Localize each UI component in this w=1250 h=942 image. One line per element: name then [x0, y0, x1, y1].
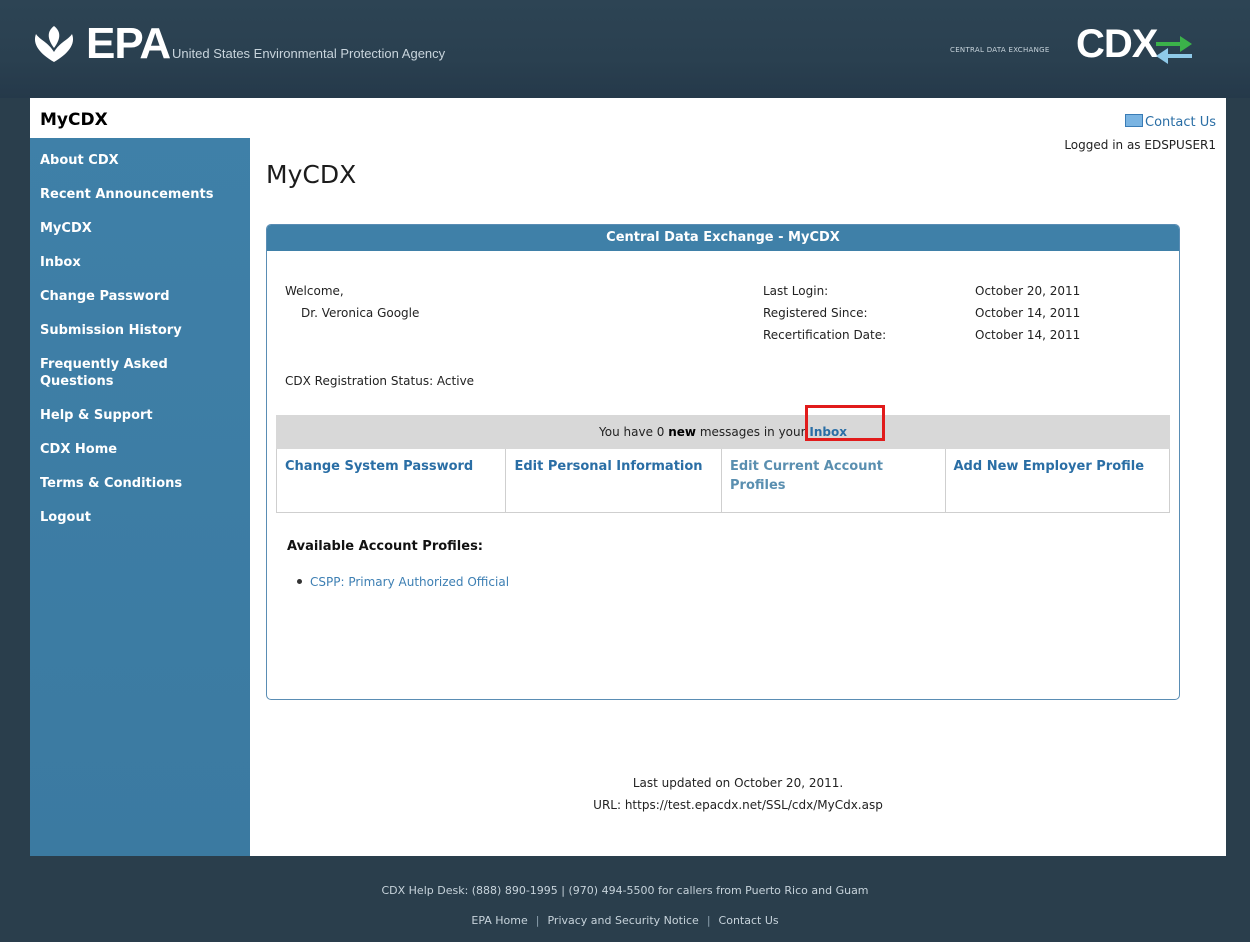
info-value: October 20, 2011 — [975, 284, 1081, 298]
message-bar: You have 0 new messages in your Inbox — [276, 415, 1170, 449]
change-system-password-link[interactable]: Change System Password — [277, 449, 507, 512]
sidebar-item-logout[interactable]: Logout — [30, 509, 250, 526]
edit-personal-information-link[interactable]: Edit Personal Information — [506, 449, 722, 512]
main-content: Contact Us Logged in as EDSPUSER1 MyCDX … — [250, 98, 1226, 856]
last-updated: Last updated on October 20, 2011. — [632, 776, 844, 790]
helpdesk-info: CDX Help Desk: (888) 890-1995 | (970) 49… — [381, 884, 869, 897]
agency-name: United States Environmental Protection A… — [172, 46, 446, 61]
available-profiles-title: Available Account Profiles: — [287, 539, 484, 554]
sidebar-item-terms[interactable]: Terms & Conditions — [30, 475, 250, 492]
add-new-employer-profile-link[interactable]: Add New Employer Profile — [946, 449, 1170, 512]
sidebar-item-change-password[interactable]: Change Password — [30, 288, 250, 305]
edit-current-account-profiles-link[interactable]: Edit Current Account Profiles — [722, 449, 946, 512]
info-row-recertification: Recertification Date: October 14, 2011 — [763, 328, 1080, 350]
info-key: Recertification Date: — [763, 328, 887, 342]
profile-link[interactable]: CSPP: Primary Authorized Official — [297, 575, 509, 589]
footer-epa-home-link[interactable]: EPA Home — [471, 914, 527, 927]
message-suffix: messages in your — [696, 425, 810, 439]
cdx-logo[interactable]: CENTRAL DATA EXCHANGE CDX — [950, 22, 1220, 72]
info-row-registered-since: Registered Since: October 14, 2011 — [763, 306, 1080, 328]
sidebar-item-cdx-home[interactable]: CDX Home — [30, 441, 250, 458]
contact-us-link[interactable]: Contact Us — [1125, 114, 1216, 130]
cdx-arrows-icon — [1156, 36, 1192, 64]
page-title: MyCDX — [266, 160, 357, 189]
logged-in-status: Logged in as EDSPUSER1 — [1064, 138, 1216, 152]
page-url: URL: https://test.epacdx.net/SSL/cdx/MyC… — [593, 798, 883, 812]
info-value: October 14, 2011 — [975, 306, 1081, 320]
contact-us-label: Contact Us — [1145, 115, 1216, 130]
footer-privacy-link[interactable]: Privacy and Security Notice — [547, 914, 698, 927]
account-dates: Last Login: October 20, 2011 Registered S… — [763, 284, 1080, 350]
sidebar-title: MyCDX — [40, 110, 108, 130]
site-banner: EPA United States Environmental Protecti… — [0, 0, 1250, 98]
sidebar-item-help-support[interactable]: Help & Support — [30, 407, 250, 424]
footer-divider: | — [535, 914, 540, 927]
welcome-label: Welcome, — [285, 284, 344, 298]
sidebar-nav: About CDX Recent Announcements MyCDX Inb… — [30, 152, 250, 543]
info-value: October 14, 2011 — [975, 328, 1081, 342]
info-row-last-login: Last Login: October 20, 2011 — [763, 284, 1080, 306]
epa-wordmark: EPA — [86, 19, 171, 68]
message-prefix: You have 0 — [599, 425, 669, 439]
epa-flower-icon — [34, 26, 74, 62]
panel-title: Central Data Exchange - MyCDX — [267, 225, 1179, 251]
info-key: Last Login: — [763, 284, 829, 298]
page-container: MyCDX About CDX Recent Announcements MyC… — [30, 98, 1226, 856]
bullet-icon — [297, 579, 302, 584]
envelope-icon — [1125, 114, 1143, 127]
inbox-highlight-box — [805, 405, 885, 441]
cdx-tagline: CENTRAL DATA EXCHANGE — [950, 46, 1050, 54]
sidebar-item-about-cdx[interactable]: About CDX — [30, 152, 250, 169]
sidebar-item-mycdx[interactable]: MyCDX — [30, 220, 250, 237]
profile-label: CSPP: Primary Authorized Official — [310, 575, 510, 589]
footer-links: EPA Home | Privacy and Security Notice | Con… — [0, 914, 1250, 927]
sidebar-item-submission-history[interactable]: Submission History — [30, 322, 250, 339]
account-actions: Change System Password Edit Personal Inf… — [276, 449, 1170, 513]
sidebar-item-inbox[interactable]: Inbox — [30, 254, 250, 271]
sidebar-header: MyCDX — [30, 98, 250, 141]
registration-status: CDX Registration Status: Active — [285, 374, 475, 388]
footer-divider: | — [706, 914, 711, 927]
mycdx-panel: Central Data Exchange - MyCDX Welcome, D… — [266, 224, 1180, 700]
info-key: Registered Since: — [763, 306, 868, 320]
sidebar-item-recent-announcements[interactable]: Recent Announcements — [30, 186, 250, 203]
footer-contact-us-link[interactable]: Contact Us — [719, 914, 779, 927]
epa-logo[interactable]: EPA United States Environmental Protecti… — [30, 20, 550, 80]
user-name: Dr. Veronica Google — [301, 306, 420, 320]
message-new: new — [668, 425, 697, 439]
sidebar-item-faq[interactable]: Frequently Asked Questions — [30, 356, 210, 390]
cdx-wordmark: CDX — [1076, 22, 1158, 66]
sidebar: MyCDX About CDX Recent Announcements MyC… — [30, 98, 250, 856]
